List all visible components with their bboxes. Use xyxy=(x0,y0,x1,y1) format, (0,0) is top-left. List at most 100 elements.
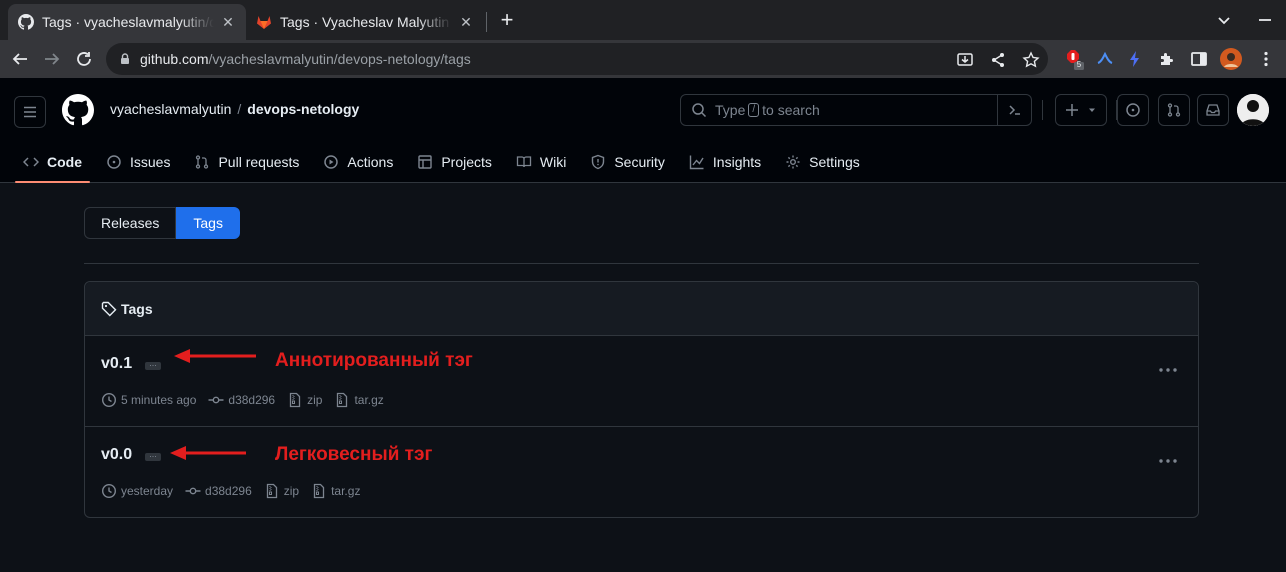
close-tab-icon[interactable]: ✕ xyxy=(458,14,474,30)
browser-tab-gitlab[interactable]: Tags · Vyacheslav Malyutin / devops-neto… xyxy=(246,4,484,40)
kebab-menu-icon[interactable] xyxy=(1158,360,1178,378)
table-icon xyxy=(418,154,433,169)
url-host: github.com xyxy=(140,51,209,67)
repo-owner-link[interactable]: vyacheslavmalyutin xyxy=(110,101,231,117)
install-app-icon[interactable] xyxy=(956,51,974,69)
zip-label: zip xyxy=(307,393,323,407)
tab-label: Projects xyxy=(441,153,492,170)
tab-insights[interactable]: Insights xyxy=(681,140,769,183)
extension-lightning-icon[interactable] xyxy=(1124,48,1146,70)
tag-time-text: yesterday xyxy=(121,484,174,498)
git-commit-icon xyxy=(185,487,201,495)
github-logo-icon[interactable] xyxy=(62,94,94,126)
triangle-down-icon xyxy=(1089,108,1095,112)
create-new-button[interactable] xyxy=(1055,94,1107,126)
book-icon xyxy=(516,155,532,167)
annotation-arrow-icon xyxy=(174,349,256,363)
pull-requests-button[interactable] xyxy=(1158,94,1190,126)
new-tab-icon[interactable]: + xyxy=(496,9,518,32)
targz-label: tar.gz xyxy=(354,393,384,407)
code-icon xyxy=(23,156,39,167)
play-icon xyxy=(324,154,339,169)
tab-actions[interactable]: Actions xyxy=(315,140,401,183)
tag-commit-sha: d38d296 xyxy=(228,393,276,407)
tag-name-link[interactable]: v0.0 xyxy=(101,446,132,464)
gitlab-favicon-icon xyxy=(256,14,272,30)
back-arrow-icon[interactable] xyxy=(9,48,31,70)
gear-icon xyxy=(786,155,800,168)
divider xyxy=(84,263,1199,264)
tab-label: Wiki xyxy=(539,153,567,170)
extension-adblock-icon[interactable]: 5 xyxy=(1062,48,1084,70)
tags-tab[interactable]: Tags xyxy=(176,207,240,239)
zip-download-link[interactable]: zip xyxy=(287,392,322,408)
releases-tab[interactable]: Releases xyxy=(84,207,177,239)
search-icon xyxy=(692,103,707,118)
user-avatar[interactable] xyxy=(1237,94,1269,126)
tab-code[interactable]: Code xyxy=(15,140,90,183)
tab-projects[interactable]: Projects xyxy=(409,140,500,183)
tab-label: Code xyxy=(47,153,82,170)
address-bar[interactable]: github.com/vyacheslavmalyutin/devops-net… xyxy=(106,43,1048,75)
tab-label: Insights xyxy=(712,153,762,170)
tag-commit-link[interactable]: d38d296 xyxy=(208,392,275,408)
file-zip-icon xyxy=(313,483,325,499)
forward-arrow-icon[interactable] xyxy=(41,48,63,70)
ellipsis-expander-icon[interactable]: ... xyxy=(145,450,161,461)
git-pull-request-icon xyxy=(1167,103,1181,117)
tab-search-chevron-icon[interactable] xyxy=(1214,10,1234,30)
tab-issues[interactable]: Issues xyxy=(98,140,178,183)
tab-settings[interactable]: Settings xyxy=(777,140,868,183)
minimize-icon[interactable] xyxy=(1255,10,1275,30)
browser-tab-title: Tags · vyacheslavmalyutin/devops-netolog… xyxy=(42,14,214,30)
issue-opened-icon xyxy=(107,154,121,169)
breadcrumb: vyacheslavmalyutin / devops-netology xyxy=(110,101,359,117)
file-zip-icon xyxy=(337,392,348,408)
search-shortcut-key: / xyxy=(748,103,760,117)
tag-icon xyxy=(101,301,117,316)
tab-security[interactable]: Security xyxy=(582,140,673,183)
reload-icon[interactable] xyxy=(73,48,95,70)
inbox-button[interactable] xyxy=(1197,94,1229,126)
annotation-lightweight-tag: Легковесный тэг xyxy=(275,444,433,465)
browser-menu-icon[interactable] xyxy=(1255,48,1277,70)
browser-tab-github[interactable]: Tags · vyacheslavmalyutin/devops-netolog… xyxy=(8,4,246,40)
annotation-arrow-icon xyxy=(170,446,246,460)
graph-icon xyxy=(689,155,704,169)
targz-download-link[interactable]: tar.gz xyxy=(311,483,360,499)
extensions-puzzle-icon[interactable] xyxy=(1156,48,1178,70)
releases-tags-subnav: Releases Tags xyxy=(84,207,240,239)
ellipsis-expander-icon[interactable]: ... xyxy=(145,359,161,370)
share-icon[interactable] xyxy=(989,51,1007,69)
tab-wiki[interactable]: Wiki xyxy=(508,140,574,183)
plus-icon xyxy=(1066,104,1078,116)
git-pull-request-icon xyxy=(196,154,209,169)
targz-label: tar.gz xyxy=(331,484,361,498)
tab-pull-requests[interactable]: Pull requests xyxy=(186,140,307,183)
hamburger-menu-icon[interactable] xyxy=(14,96,46,128)
search-input[interactable]: Type / to search xyxy=(680,94,1032,126)
clock-icon xyxy=(101,392,117,408)
github-header: vyacheslavmalyutin / devops-netology Type … xyxy=(0,78,1286,183)
kebab-menu-icon[interactable] xyxy=(1158,451,1178,469)
zip-download-link[interactable]: zip xyxy=(264,483,299,499)
tag-commit-link[interactable]: d38d296 xyxy=(185,483,252,499)
inbox-icon xyxy=(1206,104,1220,116)
side-panel-icon[interactable] xyxy=(1188,48,1210,70)
command-palette-icon[interactable] xyxy=(997,95,1031,125)
search-placeholder-suffix: to search xyxy=(762,102,820,118)
repo-name-link[interactable]: devops-netology xyxy=(247,101,359,117)
bookmark-star-icon[interactable] xyxy=(1022,51,1040,69)
tab-divider xyxy=(486,12,487,32)
extension-translate-icon[interactable] xyxy=(1094,48,1116,70)
tag-name-link[interactable]: v0.1 xyxy=(101,355,132,373)
targz-download-link[interactable]: tar.gz xyxy=(334,392,384,408)
profile-avatar-icon[interactable] xyxy=(1220,48,1242,70)
extension-badge: 5 xyxy=(1076,60,1082,69)
issues-button[interactable] xyxy=(1117,94,1149,126)
github-favicon-icon xyxy=(18,14,34,30)
header-divider xyxy=(1042,100,1043,120)
file-zip-icon xyxy=(266,483,277,499)
close-tab-icon[interactable]: ✕ xyxy=(220,14,236,30)
tag-meta: 5 minutes ago d38d296 zip tar.gz xyxy=(101,392,396,408)
